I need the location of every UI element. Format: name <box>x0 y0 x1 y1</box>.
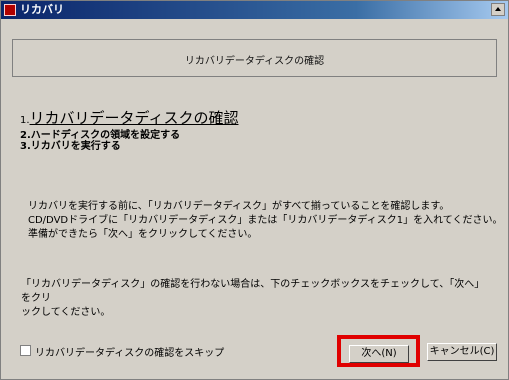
recovery-window: リカバリ リカバリデータディスクの確認 1.リカバリデータディスクの確認 2.ハ… <box>0 0 509 380</box>
skip-checkbox[interactable] <box>20 345 31 356</box>
description-line: CD/DVDドライブに「リカバリデータディスク」または「リカバリデータディスク1… <box>28 215 503 226</box>
skip-note-text: 「リカバリデータディスク」の確認を行わない場合は、下のチェックボックスをチェック… <box>21 278 491 320</box>
step-1-label: リカバリデータディスクの確認 <box>29 109 239 127</box>
skip-checkbox-label[interactable]: リカバリデータディスクの確認をスキップ <box>35 344 224 359</box>
app-icon <box>4 4 16 16</box>
description-text: リカバリを実行する前に、「リカバリデータディスク」がすべて揃っていることを確認し… <box>28 200 502 242</box>
next-button-highlight: 次へ(N) <box>337 335 420 367</box>
step-3-label: リカバリを実行する <box>30 141 121 152</box>
header-title: リカバリデータディスクの確認 <box>184 56 325 67</box>
step-3: 3.リカバリを実行する <box>20 137 121 152</box>
note-line: ックしてください。 <box>21 307 111 318</box>
description-line: リカバリを実行する前に、「リカバリデータディスク」がすべて揃っていることを確認し… <box>28 201 450 212</box>
title-scroll-up-icon[interactable] <box>491 3 505 16</box>
description-line: 準備ができたら「次へ」をクリックしてください。 <box>28 229 258 240</box>
step-1: 1.リカバリデータディスクの確認 <box>20 107 239 128</box>
title-bar: リカバリ <box>1 1 508 19</box>
header-panel: リカバリデータディスクの確認 <box>12 39 497 77</box>
cancel-button[interactable]: キャンセル(C) <box>427 343 497 361</box>
step-3-number: 3. <box>20 141 31 152</box>
step-1-number: 1. <box>20 115 30 126</box>
note-line: 「リカバリデータディスク」の確認を行わない場合は、下のチェックボックスをチェック… <box>21 279 485 304</box>
window-title: リカバリ <box>20 3 64 16</box>
next-button[interactable]: 次へ(N) <box>349 345 409 363</box>
